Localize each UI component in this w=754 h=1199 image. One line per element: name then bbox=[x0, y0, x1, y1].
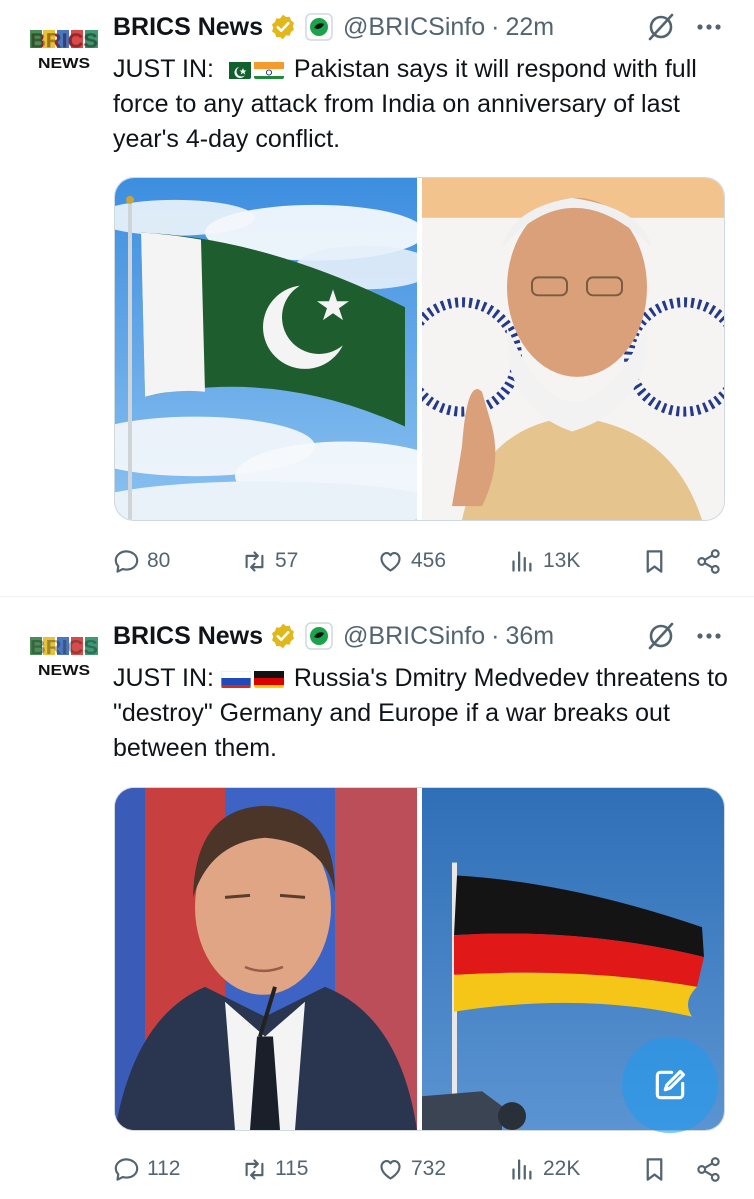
views-button[interactable]: 22K bbox=[509, 1149, 580, 1189]
share-icon bbox=[697, 1156, 720, 1182]
tweet-header: BRICS News @BRICSinfo · 36m bbox=[113, 617, 734, 655]
views-icon bbox=[512, 1158, 532, 1180]
svg-text:BRICS: BRICS bbox=[30, 30, 98, 52]
lead-label: JUST IN: bbox=[113, 664, 214, 692]
views-icon bbox=[512, 550, 532, 572]
tweet-text: JUST IN: Russia's Dmitry Medvedev threat… bbox=[113, 661, 733, 766]
india-flag-emoji bbox=[253, 58, 284, 79]
grok-icon[interactable] bbox=[646, 621, 676, 651]
timestamp[interactable]: 22m bbox=[505, 13, 554, 42]
separator: · bbox=[491, 621, 500, 650]
timeline-feed: BRICS BRICS NEWS BRICS News @BRICSin bbox=[0, 0, 754, 1199]
russia-flag-emoji bbox=[220, 667, 251, 688]
bookmark-icon bbox=[646, 549, 663, 573]
timestamp[interactable]: 36m bbox=[505, 622, 554, 651]
action-bar: 112 115 732 22K bbox=[113, 1149, 727, 1189]
grok-icon[interactable] bbox=[646, 12, 676, 42]
repost-count: 115 bbox=[275, 1157, 309, 1180]
like-button[interactable]: 732 bbox=[377, 1149, 446, 1189]
author-name[interactable]: BRICS News bbox=[113, 13, 263, 42]
germany-flag-emoji bbox=[253, 667, 284, 688]
separator: · bbox=[491, 12, 500, 41]
svg-text:NEWS: NEWS bbox=[38, 662, 90, 679]
brics-news-logo: BRICS BRICS NEWS bbox=[30, 30, 98, 72]
more-icon[interactable] bbox=[696, 621, 722, 651]
author-handle[interactable]: @BRICSinfo bbox=[343, 13, 485, 42]
reply-icon bbox=[114, 1157, 139, 1181]
repost-count: 57 bbox=[275, 549, 299, 572]
narendra-modi-photo[interactable] bbox=[422, 178, 724, 520]
more-icon[interactable] bbox=[696, 12, 722, 42]
svg-text:NEWS: NEWS bbox=[38, 55, 90, 72]
compose-button[interactable] bbox=[622, 1037, 718, 1133]
reply-count: 112 bbox=[147, 1157, 181, 1180]
repost-icon bbox=[245, 1158, 264, 1180]
pakistan-flag-photo[interactable] bbox=[115, 178, 417, 520]
share-icon bbox=[697, 548, 720, 574]
view-count: 22K bbox=[543, 1157, 581, 1180]
like-button[interactable]: 456 bbox=[377, 541, 446, 581]
tweet-text: JUST IN: Pakistan says it will respond w… bbox=[113, 52, 733, 157]
affiliate-badge-icon[interactable] bbox=[305, 622, 333, 650]
views-button[interactable]: 13K bbox=[509, 541, 580, 581]
share-button[interactable] bbox=[695, 541, 722, 581]
avatar[interactable]: BRICS NEWS bbox=[28, 633, 100, 687]
reply-count: 80 bbox=[147, 549, 171, 572]
view-count: 13K bbox=[543, 549, 581, 572]
bookmark-button[interactable] bbox=[641, 541, 668, 581]
author-handle[interactable]: @BRICSinfo bbox=[343, 622, 485, 651]
pakistan-flag-emoji bbox=[220, 58, 251, 79]
bookmark-button[interactable] bbox=[641, 1149, 668, 1189]
dmitry-medvedev-photo[interactable] bbox=[115, 788, 417, 1130]
repost-button[interactable]: 115 bbox=[241, 1149, 308, 1189]
reply-button[interactable]: 80 bbox=[113, 541, 170, 581]
like-count: 456 bbox=[411, 549, 447, 572]
like-icon bbox=[380, 1159, 401, 1180]
bookmark-icon bbox=[646, 1157, 663, 1181]
verified-badge-icon[interactable] bbox=[269, 622, 297, 650]
author-name[interactable]: BRICS News bbox=[113, 622, 263, 651]
brics-news-logo: BRICS NEWS bbox=[30, 637, 98, 679]
tweet-header: BRICS News @BRICSinfo · 22m bbox=[113, 8, 734, 46]
repost-button[interactable]: 57 bbox=[241, 541, 298, 581]
svg-text:BRICS: BRICS bbox=[30, 637, 98, 659]
repost-icon bbox=[245, 550, 264, 572]
share-button[interactable] bbox=[695, 1149, 722, 1189]
lead-label: JUST IN: bbox=[113, 55, 214, 83]
affiliate-badge-icon[interactable] bbox=[305, 13, 333, 41]
like-icon bbox=[380, 551, 401, 572]
tweet[interactable]: BRICS BRICS NEWS BRICS News @BRICSin bbox=[0, 0, 754, 596]
reply-icon bbox=[114, 549, 139, 573]
action-bar: 80 57 456 13K bbox=[113, 541, 727, 581]
reply-button[interactable]: 112 bbox=[113, 1149, 180, 1189]
compose-icon bbox=[655, 1069, 686, 1100]
like-count: 732 bbox=[411, 1157, 447, 1180]
verified-badge-icon[interactable] bbox=[269, 13, 297, 41]
avatar[interactable]: BRICS BRICS NEWS bbox=[28, 26, 100, 80]
tweet-media[interactable] bbox=[114, 177, 725, 521]
